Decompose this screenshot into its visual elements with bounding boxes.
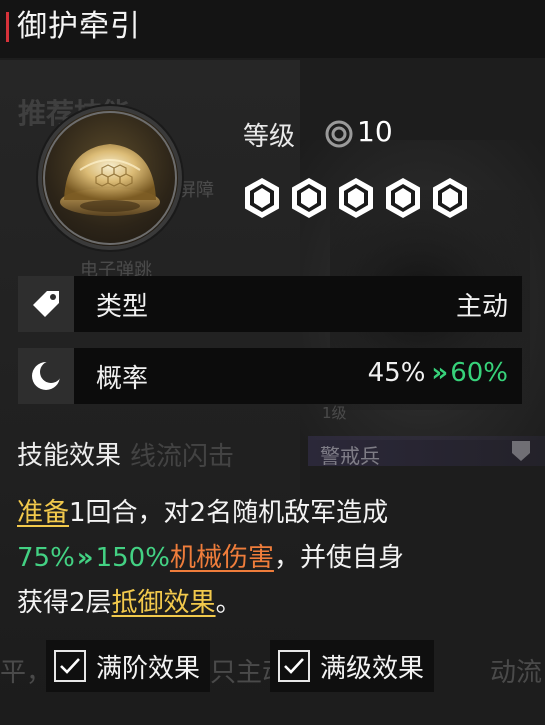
rate-label: 概率 [96,364,149,394]
background-unit-name: 警戒兵 [320,444,380,468]
damage-upgraded-value: 150% [95,543,170,573]
row-icon-box [18,348,74,404]
hexagon-star-icon [339,178,373,218]
damage-current-value: 75% [17,543,75,573]
max-tier-toggle[interactable]: 满阶效果 [46,640,211,692]
hexagon-star-icon [433,178,467,218]
type-value: 主动 [455,292,508,322]
description-text: 获得2层 [17,588,112,618]
keyword-prepare-link[interactable]: 准备 [17,498,69,528]
energy-dome-icon [42,110,178,246]
max-level-toggle[interactable]: 满级效果 [270,640,435,692]
background-unit-level: 1级 [322,404,347,422]
skill-rate-row: 概率 45% » 60% [18,348,522,404]
checkmark-icon [284,658,304,674]
background-text: 动流 [490,658,543,688]
background-skill-item: 线流闪击 [130,442,235,472]
moon-icon [32,361,62,390]
level-coin-icon [325,120,353,148]
description-text: 1回合，对2名随机敌军造成 [69,498,389,528]
checkbox[interactable] [54,650,86,682]
checkbox[interactable] [278,650,311,682]
effects-heading: 技能效果 [17,441,122,471]
row-icon-box [18,276,74,332]
keyword-guard-effect-link[interactable]: 抵御效果 [112,588,216,618]
keyword-mech-damage-link[interactable]: 机械伤害 [170,543,274,573]
hexagon-star-icon [292,178,326,218]
tag-icon [33,291,59,317]
popup-header: 御护牵引 [0,0,545,58]
skill-description: 准备1回合，对2名随机敌军造成 75%»150%机械伤害，并使自身 获得2层抵御… [17,491,527,626]
checkmark-icon [60,658,80,674]
star-rating [242,176,470,220]
upgrade-arrow-icon: » [76,543,94,573]
skill-title: 御护牵引 [17,9,141,44]
level-value: 10 [357,115,393,148]
skill-type-row: 类型 主动 [18,276,522,332]
effect-toggles: 满阶效果 满级效果 [46,640,435,692]
hexagon-star-icon [386,178,420,218]
hexagon-star-icon [245,178,279,218]
level-label: 等级 [243,122,296,152]
max-level-label: 满级效果 [320,653,425,684]
description-text: 。 [215,588,242,618]
rate-upgraded-value: 60% [450,358,508,388]
rate-current-value: 45% [367,358,426,388]
header-accent-bar [6,12,9,42]
background-text: 平， [0,658,53,688]
rate-values: 45% » 60% [368,358,508,388]
description-text: ，并使自身 [273,543,404,573]
upgrade-arrow-icon: » [431,358,449,388]
max-tier-label: 满阶效果 [96,653,201,684]
type-label: 类型 [96,292,149,322]
